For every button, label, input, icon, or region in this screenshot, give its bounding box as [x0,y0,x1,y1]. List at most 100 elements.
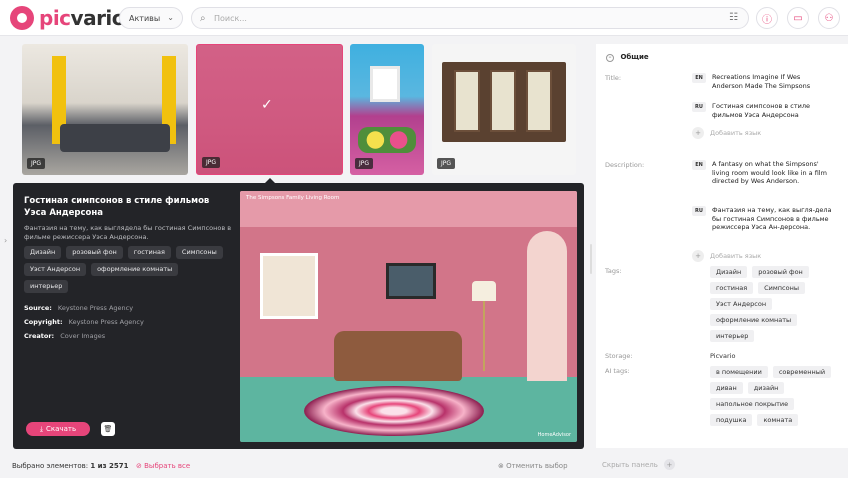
tag[interactable]: интерьер [24,280,69,293]
source-label: Source: [24,304,52,312]
download-icon: ⤓ [39,424,44,433]
storage-value: Picvario [710,352,736,360]
image-caption: The Simpsons Family Living Room [246,195,340,201]
tag[interactable]: диван [710,382,743,394]
file-type-badge: JPG [202,157,221,168]
tag[interactable]: розовый фон [752,266,809,278]
inbox-button[interactable]: ▭ [787,7,809,29]
tag[interactable]: Дизайн [710,266,748,278]
assets-select[interactable]: Активы ⌄ [119,7,183,29]
selection-count-value: 1 из 2571 [90,462,129,470]
download-button[interactable]: ⤓ Скачать [26,422,90,436]
preview-image-detail [386,263,436,299]
title-label: Title: [605,74,622,82]
search-icon: ⌕ [200,12,206,24]
title-en-row[interactable]: EN Recreations Imagine If Wes Anderson M… [692,73,842,90]
tag[interactable]: комната [757,414,799,426]
add-language-button[interactable]: + Добавить язык [692,127,761,139]
tag[interactable]: оформление комнаты [710,314,798,326]
asset-title: Гостиная симпсонов в стиле фильмов Уэса … [24,196,210,218]
thumbnail-image-detail [454,70,480,132]
title-ru-row[interactable]: RU Гостиная симпсонов в стиле фильмов Уэ… [692,102,842,119]
image-brand: HomeAdvisor [537,432,571,438]
lang-badge-en: EN [692,73,706,83]
user-icon: ⚇ [824,12,834,24]
thumbnail-4[interactable]: JPG [432,44,576,175]
thumbnail-image-detail [60,124,170,152]
search-box[interactable]: ⌕ ☷ [191,7,749,29]
tag[interactable]: гостиная [710,282,754,294]
cancel-selection-label: Отменить выбор [506,462,568,470]
tag[interactable]: Симпсоны [175,246,223,259]
logo-text: picvario [39,6,126,30]
thumbnail-image-detail [358,127,416,153]
desc-en-row[interactable]: EN A fantasy on what the Simpsons' livin… [692,160,842,186]
title-en-value: Recreations Imagine If Wes Anderson Made… [712,73,811,90]
thumbnail-3[interactable]: JPG [350,44,424,175]
tag[interactable]: гостиная [127,246,171,259]
creator-value: Cover Images [60,332,106,340]
tag[interactable]: интерьер [710,330,755,342]
check-icon: ✓ [261,97,273,113]
info-button[interactable]: ⓘ [756,7,778,29]
add-language-button[interactable]: + Добавить язык [692,250,761,262]
section-title: Общие [620,53,649,61]
chevron-left-icon[interactable]: › [4,236,7,245]
thumbnail-image-detail [526,70,552,132]
asset-detail-panel: Гостиная симпсонов в стиле фильмов Уэса … [13,183,584,449]
source-row: Source: Keystone Press Agency [24,304,244,312]
asset-tags: Дизайн розовый фон гостиная Симпсоны Уэс… [24,246,224,293]
tag[interactable]: Симпсоны [758,282,805,294]
delete-button[interactable]: 🗑 [101,422,115,436]
tag[interactable]: в помещении [710,366,768,378]
thumbnail-image-detail [490,70,516,132]
tag[interactable]: оформление комнаты [91,263,179,276]
copyright-row: Copyright: Keystone Press Agency [24,318,244,326]
check-circle-icon: ⊘ [136,462,142,470]
search-input[interactable] [214,13,694,23]
lang-badge-ru: RU [692,206,706,216]
metadata-panel: – Общие Title: EN Recreations Imagine If… [590,44,848,448]
cancel-selection-button[interactable]: ⊗ Отменить выбор [498,462,568,470]
ai-tags-list: в помещении современный диван дизайн нап… [710,366,840,426]
desc-ru-row[interactable]: RU Фантазия на тему, как выгля-дела бы г… [692,206,842,232]
hide-panel-button[interactable]: Скрыть панель + [602,459,675,470]
download-label: Скачать [46,425,77,433]
panel-resize-handle[interactable] [590,244,592,274]
profile-button[interactable]: ⚇ [818,7,840,29]
creator-row: Creator: Cover Images [24,332,244,340]
tag[interactable]: подушка [710,414,753,426]
copyright-value: Keystone Press Agency [68,318,144,326]
add-language-label: Добавить язык [710,129,762,137]
select-all-button[interactable]: ⊘ Выбрать все [136,462,190,470]
thumbnail-2-selected[interactable]: ✓ JPG [196,44,343,175]
desc-ru-value: Фантазия на тему, как выгля-дела бы гост… [712,206,832,231]
tag[interactable]: напольное покрытие [710,398,795,410]
tag[interactable]: Уэст Андерсон [710,298,773,310]
tags-list: Дизайн розовый фон гостиная Симпсоны Уэс… [710,266,840,342]
title-ru-value: Гостиная симпсонов в стиле фильмов Уэса … [712,102,810,119]
tag[interactable]: розовый фон [66,246,123,259]
creator-label: Creator: [24,332,55,340]
tag[interactable]: дизайн [747,382,785,394]
add-language-label: Добавить язык [710,252,762,260]
filter-icon[interactable]: ☷ [729,12,738,23]
close-circle-icon: ⊗ [498,462,504,470]
ai-tags-label: AI tags: [605,367,630,375]
thumbnail-1[interactable]: JPG [22,44,188,175]
tags-label: Tags: [605,267,622,275]
tag[interactable]: Дизайн [24,246,62,259]
logo[interactable]: picvario [10,5,126,31]
preview-image-detail [260,253,318,319]
asset-preview-image[interactable]: The Simpsons Family Living Room HomeAdvi… [240,191,577,442]
tag[interactable]: Уэст Андерсон [24,263,87,276]
section-header-general[interactable]: – Общие [606,53,649,62]
preview-image-detail [304,386,484,436]
selection-footer: Выбрано элементов: 1 из 2571 ⊘ Выбрать в… [0,455,848,478]
thumbnail-image-detail [370,66,400,102]
select-all-label: Выбрать все [144,462,191,470]
logo-icon [10,6,34,30]
assets-select-label: Активы [129,13,161,23]
plus-icon: + [663,459,675,470]
tag[interactable]: современный [772,366,832,378]
